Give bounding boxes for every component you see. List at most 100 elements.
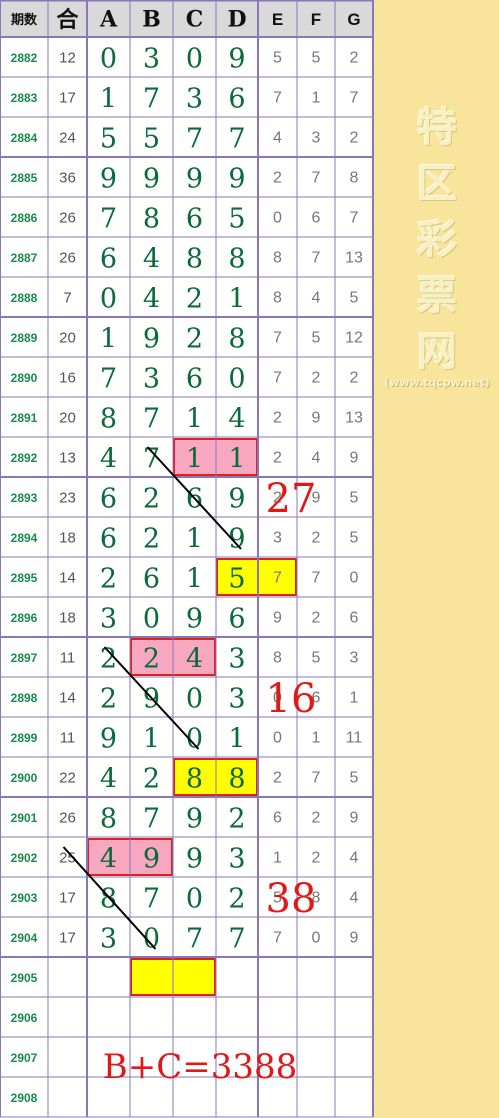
number-cell: 6 [100, 484, 117, 515]
number-cell: 5 [143, 124, 160, 155]
extra-cell: 7 [312, 170, 321, 187]
extra-cell: 13 [345, 250, 363, 267]
number-cell: 7 [100, 204, 117, 235]
sum-cell: 14 [59, 690, 76, 707]
extra-cell: 2 [312, 850, 321, 867]
number-cell: 1 [100, 324, 117, 355]
number-cell: 1 [228, 724, 245, 755]
extra-cell: 2 [350, 50, 359, 67]
extra-cell: 7 [350, 90, 359, 107]
number-cell: 6 [228, 604, 245, 635]
sum-cell: 18 [59, 610, 76, 627]
number-cell: 8 [143, 204, 160, 235]
issue-cell: 2898 [11, 691, 38, 705]
extra-cell: 4 [273, 130, 282, 147]
formula-text: B+C=3388 [103, 1047, 298, 1087]
extra-cell: 2 [350, 370, 359, 387]
extra-cell: 9 [350, 810, 359, 827]
sum-cell: 7 [63, 290, 71, 307]
number-cell: 1 [100, 84, 117, 115]
extra-cell: 5 [350, 290, 359, 307]
extra-cell: 1 [312, 730, 321, 747]
sum-cell: 36 [59, 170, 76, 187]
issue-cell: 2892 [11, 451, 38, 465]
watermark-char: 票 [417, 273, 457, 319]
number-cell: 2 [100, 564, 117, 595]
number-cell: 4 [100, 444, 117, 475]
issue-cell: 2907 [11, 1051, 38, 1065]
number-cell: 5 [228, 564, 245, 595]
extra-cell: 5 [350, 770, 359, 787]
number-cell: 3 [228, 644, 245, 675]
header-col: F [311, 10, 321, 29]
number-cell: 1 [186, 404, 203, 435]
extra-cell: 1 [350, 690, 359, 707]
header-issue: 期数 [11, 12, 38, 27]
sum-cell: 11 [60, 730, 76, 747]
number-cell: 7 [228, 924, 245, 955]
issue-cell: 2893 [11, 491, 38, 505]
number-cell: 3 [186, 84, 203, 115]
number-cell: 8 [100, 404, 117, 435]
issue-cell: 2900 [11, 771, 38, 785]
extra-cell: 3 [312, 130, 321, 147]
issue-cell: 2905 [11, 971, 38, 985]
extra-cell: 7 [273, 330, 282, 347]
extra-cell: 2 [350, 130, 359, 147]
number-cell: 6 [186, 204, 203, 235]
issue-cell: 2884 [11, 131, 38, 145]
watermark-char: 彩 [417, 217, 457, 263]
watermark-char: 区 [417, 161, 457, 207]
extra-cell: 8 [273, 250, 282, 267]
number-cell: 5 [228, 204, 245, 235]
number-cell: 7 [143, 84, 160, 115]
number-cell: 9 [186, 164, 203, 195]
issue-cell: 2899 [11, 731, 38, 745]
issue-cell: 2883 [11, 91, 38, 105]
number-cell: 8 [100, 884, 117, 915]
annotation-number: 16 [266, 676, 317, 722]
extra-cell: 3 [273, 530, 282, 547]
sum-cell: 16 [59, 370, 76, 387]
extra-cell: 7 [273, 370, 282, 387]
extra-cell: 1 [273, 850, 282, 867]
number-cell: 7 [186, 924, 203, 955]
extra-cell: 6 [350, 610, 359, 627]
header-col: D [227, 7, 246, 33]
number-cell: 7 [228, 124, 245, 155]
extra-cell: 7 [273, 570, 282, 587]
number-cell: 2 [228, 884, 245, 915]
number-cell: 4 [143, 284, 160, 315]
number-cell: 8 [186, 764, 203, 795]
sum-cell: 26 [59, 810, 76, 827]
number-cell: 2 [186, 284, 203, 315]
number-cell: 7 [143, 804, 160, 835]
extra-cell: 0 [350, 570, 359, 587]
issue-cell: 2908 [11, 1091, 38, 1105]
sum-cell: 24 [59, 130, 76, 147]
number-cell: 6 [100, 524, 117, 555]
extra-cell: 4 [350, 850, 359, 867]
number-cell: 5 [100, 124, 117, 155]
sum-cell: 11 [60, 650, 76, 667]
extra-cell: 7 [350, 210, 359, 227]
watermark-char: 网 [417, 329, 457, 375]
number-cell: 2 [186, 324, 203, 355]
extra-cell: 7 [312, 250, 321, 267]
number-cell: 9 [100, 724, 117, 755]
extra-cell: 8 [273, 650, 282, 667]
number-cell: 9 [143, 844, 160, 875]
number-cell: 9 [143, 164, 160, 195]
issue-cell: 2903 [11, 891, 38, 905]
number-cell: 9 [186, 844, 203, 875]
sum-cell: 20 [59, 330, 76, 347]
number-cell: 8 [228, 244, 245, 275]
extra-cell: 13 [345, 410, 363, 427]
extra-cell: 9 [350, 930, 359, 947]
sum-cell: 18 [59, 530, 76, 547]
issue-cell: 2886 [11, 211, 38, 225]
issue-cell: 2887 [11, 251, 38, 265]
number-cell: 8 [186, 244, 203, 275]
sum-cell: 17 [59, 890, 76, 907]
number-cell: 1 [228, 284, 245, 315]
